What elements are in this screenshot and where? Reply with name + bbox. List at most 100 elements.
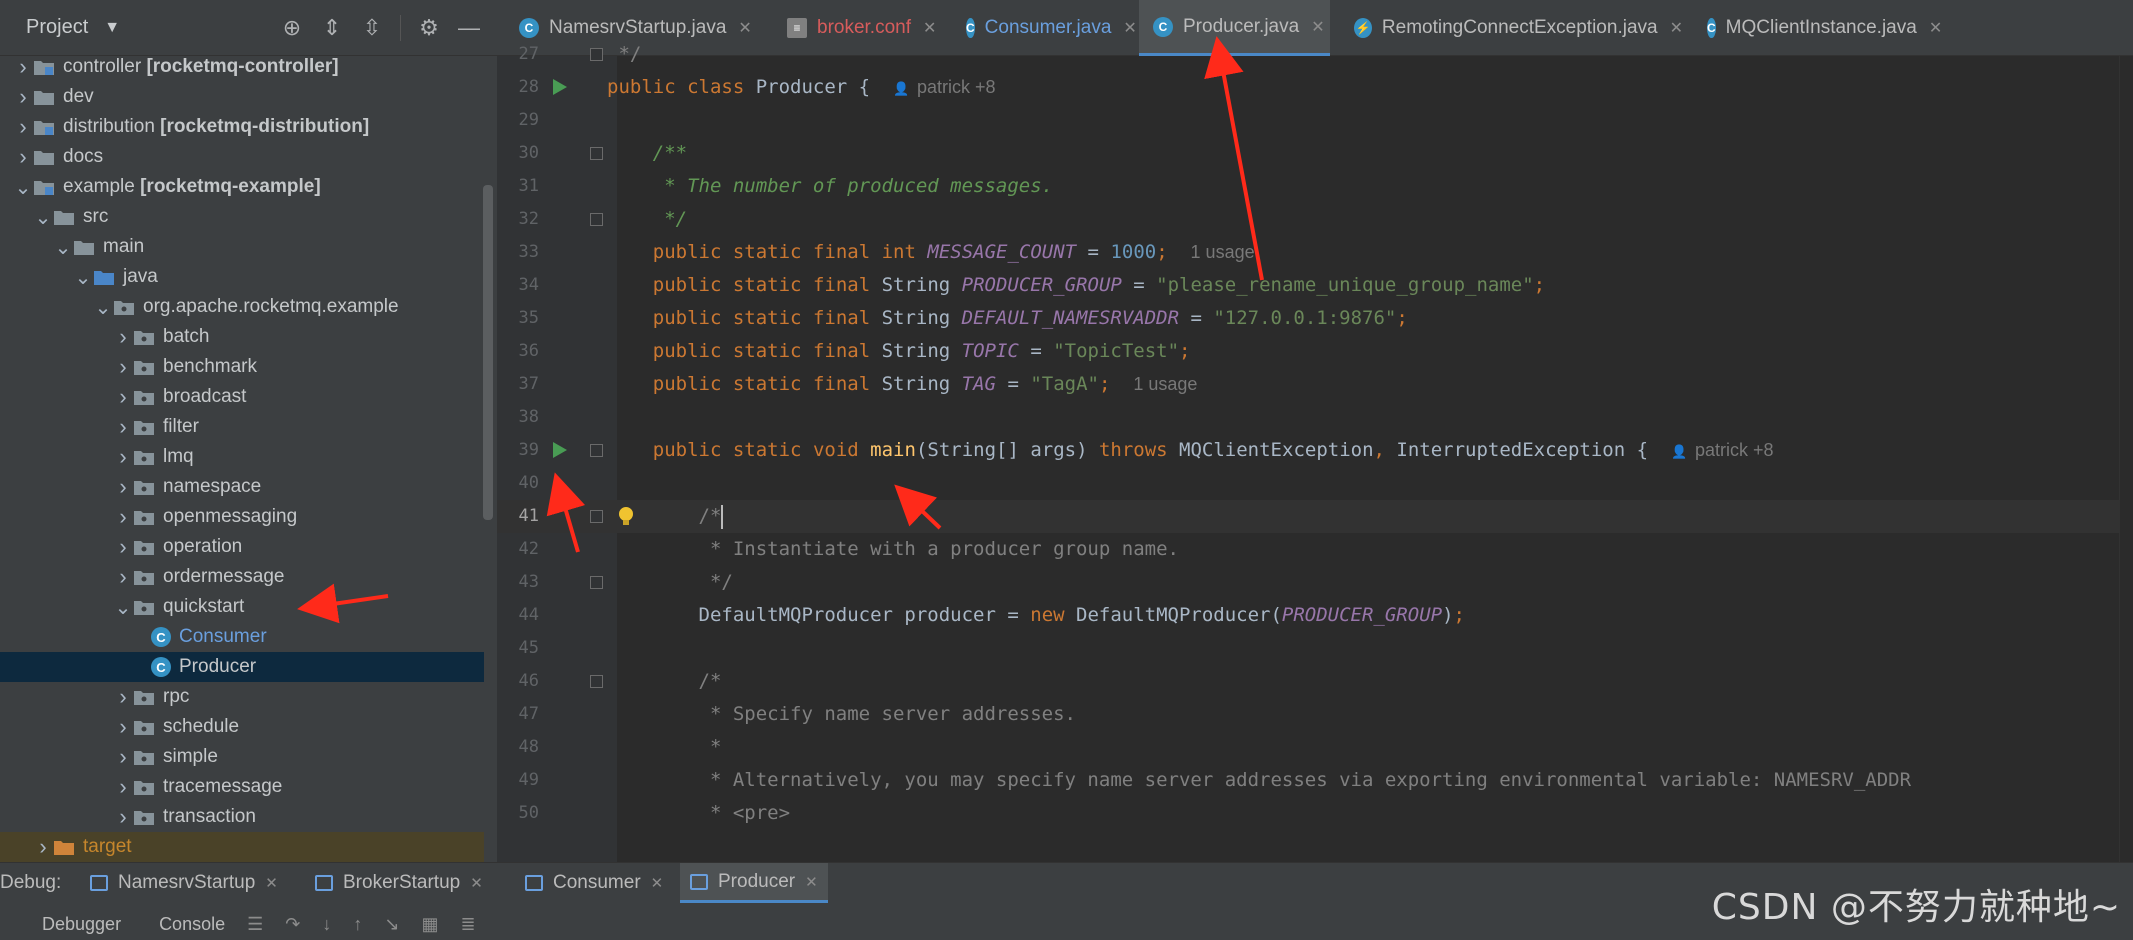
tree-item-namespace[interactable]: › namespace	[0, 472, 484, 502]
code-line[interactable]: 48 *	[497, 731, 2133, 764]
fold-icon[interactable]	[590, 147, 603, 160]
code-line[interactable]: 31 * The number of produced messages.	[497, 170, 2133, 203]
chevron-right-icon[interactable]: ›	[33, 832, 53, 862]
tree-item-src[interactable]: ⌄ src	[0, 202, 484, 232]
tree-item-controller[interactable]: › controller [rocketmq-controller]	[0, 52, 484, 82]
chevron-right-icon[interactable]: ›	[113, 742, 133, 772]
fold-icon[interactable]	[590, 213, 603, 226]
code-line[interactable]: 34 public static final String PRODUCER_G…	[497, 269, 2133, 302]
code-line[interactable]: 47 * Specify name server addresses.	[497, 698, 2133, 731]
code-line[interactable]: 39 public static void main(String[] args…	[497, 434, 2133, 467]
tree-item-java[interactable]: ⌄ java	[0, 262, 484, 292]
code-line[interactable]: 32 */	[497, 203, 2133, 236]
close-icon[interactable]: ✕	[738, 18, 751, 38]
tree-item-org-apache-rocketmq-example[interactable]: ⌄ org.apache.rocketmq.example	[0, 292, 484, 322]
tree-item-example[interactable]: ⌄ example [rocketmq-example]	[0, 172, 484, 202]
chevron-right-icon[interactable]: ›	[113, 442, 133, 472]
code-line[interactable]: 27 */	[497, 38, 2133, 71]
close-icon[interactable]: ✕	[651, 874, 664, 892]
editor-scrollbar[interactable]	[2119, 56, 2133, 862]
tree-item-schedule[interactable]: › schedule	[0, 712, 484, 742]
inlay-hint[interactable]: 1 usage	[1191, 242, 1255, 262]
code-line[interactable]: 38	[497, 401, 2133, 434]
collapse-all-icon[interactable]: ⇳	[354, 10, 390, 46]
close-icon[interactable]: ✕	[1670, 18, 1683, 38]
step-over-icon[interactable]: ↷	[285, 914, 300, 935]
tree-item-target[interactable]: › target	[0, 832, 484, 862]
close-icon[interactable]: ✕	[265, 874, 278, 892]
chevron-right-icon[interactable]: ›	[113, 502, 133, 532]
chevron-down-icon[interactable]: ⌄	[53, 232, 73, 262]
code-line[interactable]: 46 /*	[497, 665, 2133, 698]
chevron-down-icon[interactable]: ⌄	[93, 292, 113, 322]
chevron-right-icon[interactable]: ›	[113, 802, 133, 832]
chevron-down-icon[interactable]: ⌄	[73, 262, 93, 292]
code-line[interactable]: 37 public static final String TAG = "Tag…	[497, 368, 2133, 401]
code-line[interactable]: 29	[497, 104, 2133, 137]
inlay-hint[interactable]: patrick +8	[1695, 440, 1774, 460]
chevron-down-icon[interactable]: ⌄	[33, 202, 53, 232]
list-icon[interactable]: ☰	[247, 914, 263, 935]
tree-item-tracemessage[interactable]: › tracemessage	[0, 772, 484, 802]
chevron-right-icon[interactable]: ›	[113, 772, 133, 802]
tree-item-distribution[interactable]: › distribution [rocketmq-distribution]	[0, 112, 484, 142]
tree-item-broadcast[interactable]: › broadcast	[0, 382, 484, 412]
run-icon[interactable]	[553, 442, 567, 458]
chevron-right-icon[interactable]: ›	[113, 532, 133, 562]
code-line[interactable]: 40	[497, 467, 2133, 500]
tree-item-operation[interactable]: › operation	[0, 532, 484, 562]
code-line[interactable]: 35 public static final String DEFAULT_NA…	[497, 302, 2133, 335]
chevron-right-icon[interactable]: ›	[113, 352, 133, 382]
tree-item-lmq[interactable]: › lmq	[0, 442, 484, 472]
frames-icon[interactable]: ≣	[460, 914, 475, 935]
code-line[interactable]: 41 /*	[497, 500, 2133, 533]
run-icon[interactable]	[553, 79, 567, 95]
code-line[interactable]: 49 * Alternatively, you may specify name…	[497, 764, 2133, 797]
step-into-icon[interactable]: ↓	[322, 914, 331, 935]
debug-tab-producer[interactable]: Producer ✕	[680, 863, 828, 903]
chevron-right-icon[interactable]: ›	[113, 682, 133, 712]
tree-item-openmessaging[interactable]: › openmessaging	[0, 502, 484, 532]
gear-icon[interactable]: ⚙	[411, 10, 447, 46]
fold-icon[interactable]	[590, 444, 603, 457]
chevron-down-icon[interactable]: ⌄	[113, 592, 133, 622]
chevron-down-icon[interactable]: ⌄	[13, 172, 33, 202]
code-line[interactable]: 42 * Instantiate with a producer group n…	[497, 533, 2133, 566]
tree-item-consumer[interactable]: C Consumer	[0, 622, 484, 652]
tree-item-ordermessage[interactable]: › ordermessage	[0, 562, 484, 592]
debug-tab-consumer[interactable]: Consumer ✕	[515, 863, 673, 903]
debug-tab-namesrvstartup[interactable]: NamesrvStartup ✕	[80, 863, 288, 903]
code-line[interactable]: 30 /**	[497, 137, 2133, 170]
hide-icon[interactable]: —	[451, 10, 487, 46]
debug-subtab-console[interactable]: Console	[159, 914, 225, 935]
step-out-icon[interactable]: ↑	[353, 914, 362, 935]
debug-tab-brokerstartup[interactable]: BrokerStartup ✕	[305, 863, 493, 903]
tree-item-dev[interactable]: › dev	[0, 82, 484, 112]
tree-item-producer[interactable]: C Producer	[0, 652, 484, 682]
tree-item-batch[interactable]: › batch	[0, 322, 484, 352]
code-line[interactable]: 45	[497, 632, 2133, 665]
chevron-right-icon[interactable]: ›	[13, 52, 33, 82]
close-icon[interactable]: ✕	[923, 18, 936, 38]
code-line[interactable]: 28 public class Producer { 👤 patrick +8	[497, 71, 2133, 104]
tree-item-docs[interactable]: › docs	[0, 142, 484, 172]
code-line[interactable]: 43 */	[497, 566, 2133, 599]
chevron-right-icon[interactable]: ›	[113, 322, 133, 352]
chevron-right-icon[interactable]: ›	[113, 412, 133, 442]
code-line[interactable]: 44 DefaultMQProducer producer = new Defa…	[497, 599, 2133, 632]
inlay-hint[interactable]: 1 usage	[1133, 374, 1197, 394]
code-line[interactable]: 33 public static final int MESSAGE_COUNT…	[497, 236, 2133, 269]
tree-item-benchmark[interactable]: › benchmark	[0, 352, 484, 382]
chevron-right-icon[interactable]: ›	[113, 472, 133, 502]
tree-item-rpc[interactable]: › rpc	[0, 682, 484, 712]
tree-item-transaction[interactable]: › transaction	[0, 802, 484, 832]
chevron-right-icon[interactable]: ›	[13, 142, 33, 172]
chevron-right-icon[interactable]: ›	[113, 382, 133, 412]
chevron-right-icon[interactable]: ›	[113, 562, 133, 592]
close-icon[interactable]: ✕	[1929, 18, 1942, 38]
tree-item-main[interactable]: ⌄ main	[0, 232, 484, 262]
inlay-hint[interactable]: patrick +8	[917, 77, 996, 97]
table-icon[interactable]: ▦	[421, 914, 438, 935]
fold-icon[interactable]	[590, 675, 603, 688]
chevron-right-icon[interactable]: ›	[13, 82, 33, 112]
